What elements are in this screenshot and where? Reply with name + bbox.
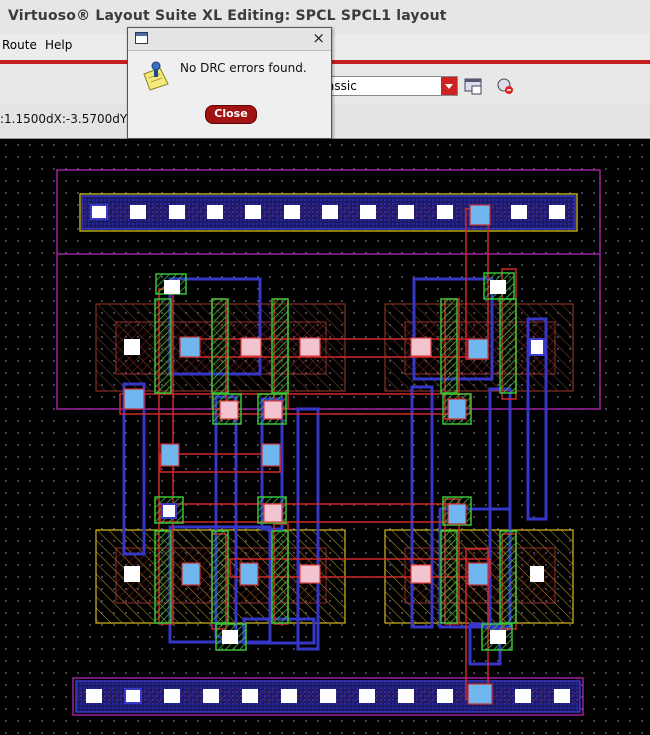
window-icon <box>135 32 148 44</box>
menu-item-route[interactable]: Route <box>2 38 37 52</box>
window-title: Virtuoso® Layout Suite XL Editing: SPCL … <box>8 8 447 24</box>
close-button[interactable]: Close <box>205 105 257 124</box>
view-select[interactable]: assic <box>318 76 458 96</box>
menu-item-help[interactable]: Help <box>45 38 72 52</box>
dialog-message: No DRC errors found. <box>180 61 307 75</box>
note-icon <box>143 61 169 91</box>
cursor-coordinates: :1.1500dX:-3.5700dY: <box>0 112 130 126</box>
close-icon[interactable]: × <box>312 29 325 47</box>
dialog-titlebar: × <box>128 28 331 51</box>
window-save-icon[interactable] <box>463 76 483 96</box>
layout-drawing <box>56 169 601 716</box>
chevron-down-icon[interactable] <box>441 77 457 95</box>
view-delete-icon[interactable] <box>495 76 515 96</box>
drc-result-dialog: × No DRC errors found. Close <box>127 27 332 139</box>
